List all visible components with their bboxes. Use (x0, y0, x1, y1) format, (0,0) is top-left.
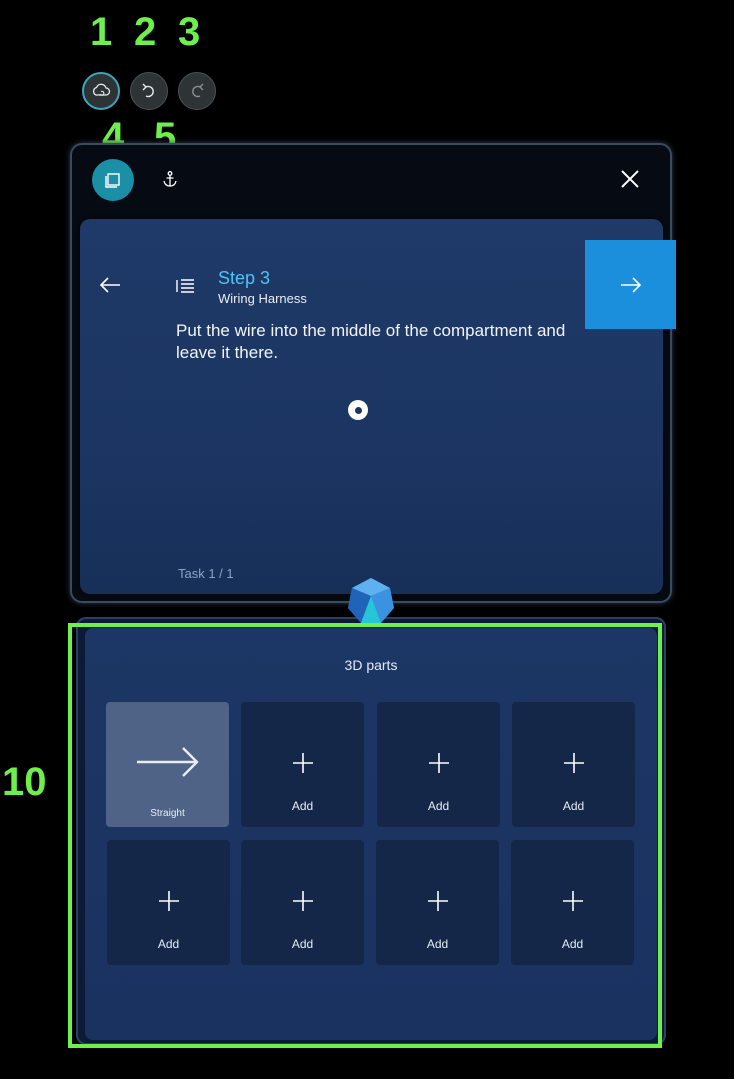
layers-icon (105, 173, 120, 188)
callout-1: 1 (90, 10, 113, 54)
cloud-sync-icon (92, 83, 111, 96)
callout-10: 10 (2, 760, 47, 804)
undo-button[interactable] (130, 72, 168, 110)
anchor-button[interactable] (158, 167, 182, 191)
list-icon (176, 279, 194, 293)
arrow-right-icon (620, 276, 641, 293)
gem-drag-handle-icon[interactable] (346, 576, 396, 626)
arrow-left-icon (99, 277, 120, 293)
redo-button[interactable] (178, 72, 216, 110)
layers-tab-button[interactable] (92, 159, 134, 201)
cloud-sync-button[interactable] (82, 72, 120, 110)
callout-3: 3 (178, 10, 201, 54)
previous-step-button[interactable] (96, 272, 124, 298)
parts-highlight-frame (68, 623, 662, 1048)
callout-2: 2 (134, 10, 157, 54)
gaze-cursor (348, 400, 368, 420)
task-counter: Task 1 / 1 (178, 566, 234, 581)
step-subtitle: Wiring Harness (218, 291, 307, 306)
undo-icon (142, 83, 154, 98)
anchor-icon (163, 171, 177, 187)
redo-icon (192, 83, 204, 98)
step-list-button[interactable] (172, 275, 198, 297)
step-title: Step 3 (218, 268, 271, 288)
close-button[interactable] (616, 165, 644, 193)
next-step-button[interactable] (585, 240, 676, 329)
step-card (80, 219, 663, 594)
step-instruction: Put the wire into the middle of the comp… (176, 321, 566, 362)
close-icon (621, 170, 639, 188)
